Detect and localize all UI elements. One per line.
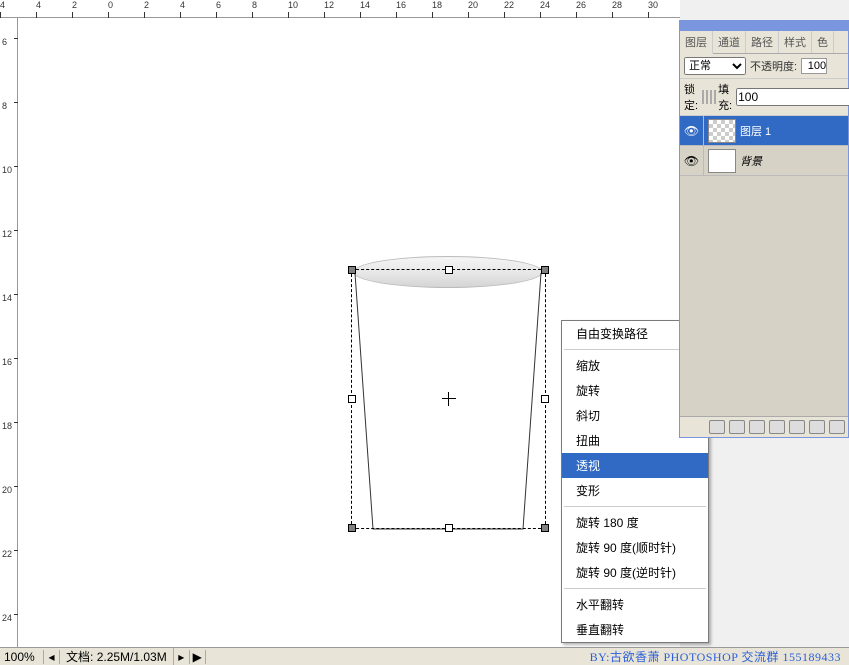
layer-mask-icon[interactable]: [749, 420, 765, 434]
ruler-h-tick: 2: [72, 0, 77, 10]
panel-tabs: 图层通道路径样式色: [680, 31, 848, 54]
panel-tab[interactable]: 色: [812, 31, 834, 53]
ruler-h-tick: 0: [108, 0, 113, 10]
panel-footer: [680, 416, 848, 437]
transform-center-icon[interactable]: [442, 392, 456, 406]
transform-handle-top-left[interactable]: [348, 266, 356, 274]
lock-pixels-icon[interactable]: [706, 90, 708, 104]
ruler-h-tick: 4: [180, 0, 185, 10]
status-arrow-left-icon[interactable]: ◂: [44, 650, 60, 664]
panel-tab[interactable]: 样式: [779, 31, 812, 53]
context-menu-separator: [564, 506, 706, 507]
fill-input[interactable]: [736, 88, 849, 106]
opacity-input[interactable]: [801, 58, 827, 74]
ruler-v-tick: 10: [2, 166, 12, 174]
zoom-field[interactable]: 100%: [0, 650, 44, 664]
panel-titlebar[interactable]: [680, 21, 848, 31]
panel-tab[interactable]: 路径: [746, 31, 779, 53]
ruler-v-tick: 12: [2, 230, 12, 238]
status-play-icon[interactable]: ▶: [190, 650, 206, 664]
ruler-h-tick: 4: [0, 0, 5, 10]
transform-handle-bottom-right[interactable]: [541, 524, 549, 532]
ruler-vertical: 6 8 10 12 14 16 18 20 22 24: [0, 18, 18, 648]
layer-row[interactable]: 👁 图层 1: [680, 116, 848, 146]
status-bar: 100% ◂ 文档: 2.25M/1.03M ▸ ▶ BY:古欲香萧 PHOTO…: [0, 647, 849, 665]
ruler-v-tick: 18: [2, 422, 12, 430]
transform-handle-bottom-left[interactable]: [348, 524, 356, 532]
ruler-v-tick: 20: [2, 486, 12, 494]
doc-size: 文档: 2.25M/1.03M: [60, 648, 174, 665]
lock-label: 锁定:: [684, 81, 698, 113]
lock-position-icon[interactable]: [710, 90, 712, 104]
panel-tab[interactable]: 通道: [713, 31, 746, 53]
layer-thumbnail[interactable]: [708, 149, 736, 173]
ruler-h-tick: 22: [504, 0, 514, 10]
layer-thumbnail[interactable]: [708, 119, 736, 143]
ruler-h-tick: 18: [432, 0, 442, 10]
new-layer-icon[interactable]: [809, 420, 825, 434]
ruler-h-tick: 28: [612, 0, 622, 10]
context-menu-item[interactable]: 水平翻转: [562, 592, 708, 617]
context-menu-item[interactable]: 垂直翻转: [562, 617, 708, 642]
layer-row[interactable]: 👁 背景: [680, 146, 848, 176]
ruler-h-tick: 10: [288, 0, 298, 10]
transform-handle-mid-left[interactable]: [348, 395, 356, 403]
ruler-h-tick: 2: [144, 0, 149, 10]
context-menu-item[interactable]: 透视: [562, 453, 708, 478]
ruler-h-tick: 24: [540, 0, 550, 10]
context-menu-item[interactable]: 变形: [562, 478, 708, 503]
ruler-v-tick: 16: [2, 358, 12, 366]
transform-handle-top-right[interactable]: [541, 266, 549, 274]
ruler-v-tick: 14: [2, 294, 12, 302]
ruler-h-tick: 4: [36, 0, 41, 10]
context-menu-item[interactable]: 旋转 90 度(顺时针): [562, 535, 708, 560]
blend-mode-select[interactable]: 正常: [684, 57, 746, 75]
ruler-h-tick: 26: [576, 0, 586, 10]
delete-layer-icon[interactable]: [829, 420, 845, 434]
panel-tab[interactable]: 图层: [680, 31, 713, 54]
doc-label: 文档:: [66, 650, 93, 664]
ruler-h-tick: 8: [252, 0, 257, 10]
ruler-v-tick: 6: [2, 38, 12, 46]
lock-all-icon[interactable]: [714, 90, 716, 104]
context-menu-item[interactable]: 旋转 90 度(逆时针): [562, 560, 708, 585]
ruler-h-tick: 20: [468, 0, 478, 10]
ruler-h-tick: 12: [324, 0, 334, 10]
opacity-label: 不透明度:: [750, 58, 797, 74]
layers-list: 👁 图层 1 👁 背景: [680, 116, 848, 416]
visibility-eye-icon[interactable]: 👁: [680, 116, 704, 146]
transform-handle-bottom-mid[interactable]: [445, 524, 453, 532]
context-menu-item[interactable]: 旋转 180 度: [562, 510, 708, 535]
visibility-eye-icon[interactable]: 👁: [680, 146, 704, 176]
layer-name[interactable]: 背景: [740, 153, 762, 169]
group-icon[interactable]: [789, 420, 805, 434]
layer-style-icon[interactable]: [729, 420, 745, 434]
status-arrow-right-icon[interactable]: ▸: [174, 650, 190, 664]
ruler-h-tick: 16: [396, 0, 406, 10]
transform-handle-mid-right[interactable]: [541, 395, 549, 403]
ruler-v-tick: 22: [2, 550, 12, 558]
context-menu-separator: [564, 588, 706, 589]
lock-transparency-icon[interactable]: [702, 90, 704, 104]
lock-row: 锁定: 填充:: [680, 79, 848, 116]
link-layers-icon[interactable]: [709, 420, 725, 434]
fill-label: 填充:: [718, 81, 732, 113]
layer-name[interactable]: 图层 1: [740, 123, 771, 139]
ruler-h-tick: 30: [648, 0, 658, 10]
ruler-h-tick: 14: [360, 0, 370, 10]
blend-mode-row: 正常 不透明度:: [680, 54, 848, 79]
transform-handle-top-mid[interactable]: [445, 266, 453, 274]
adjustment-layer-icon[interactable]: [769, 420, 785, 434]
credit-text: BY:古欲香萧 PHOTOSHOP 交流群 155189433: [590, 648, 849, 665]
layers-panel: 图层通道路径样式色 正常 不透明度: 锁定: 填充: 👁 图层 1 👁 背景: [679, 20, 849, 438]
doc-value: 2.25M/1.03M: [97, 650, 167, 664]
ruler-v-tick: 24: [2, 614, 12, 622]
ruler-h-tick: 6: [216, 0, 221, 10]
ruler-v-tick: 8: [2, 102, 12, 110]
transform-bounding-box[interactable]: [351, 269, 546, 529]
ruler-horizontal: 442024681012141618202224262830: [0, 0, 680, 18]
